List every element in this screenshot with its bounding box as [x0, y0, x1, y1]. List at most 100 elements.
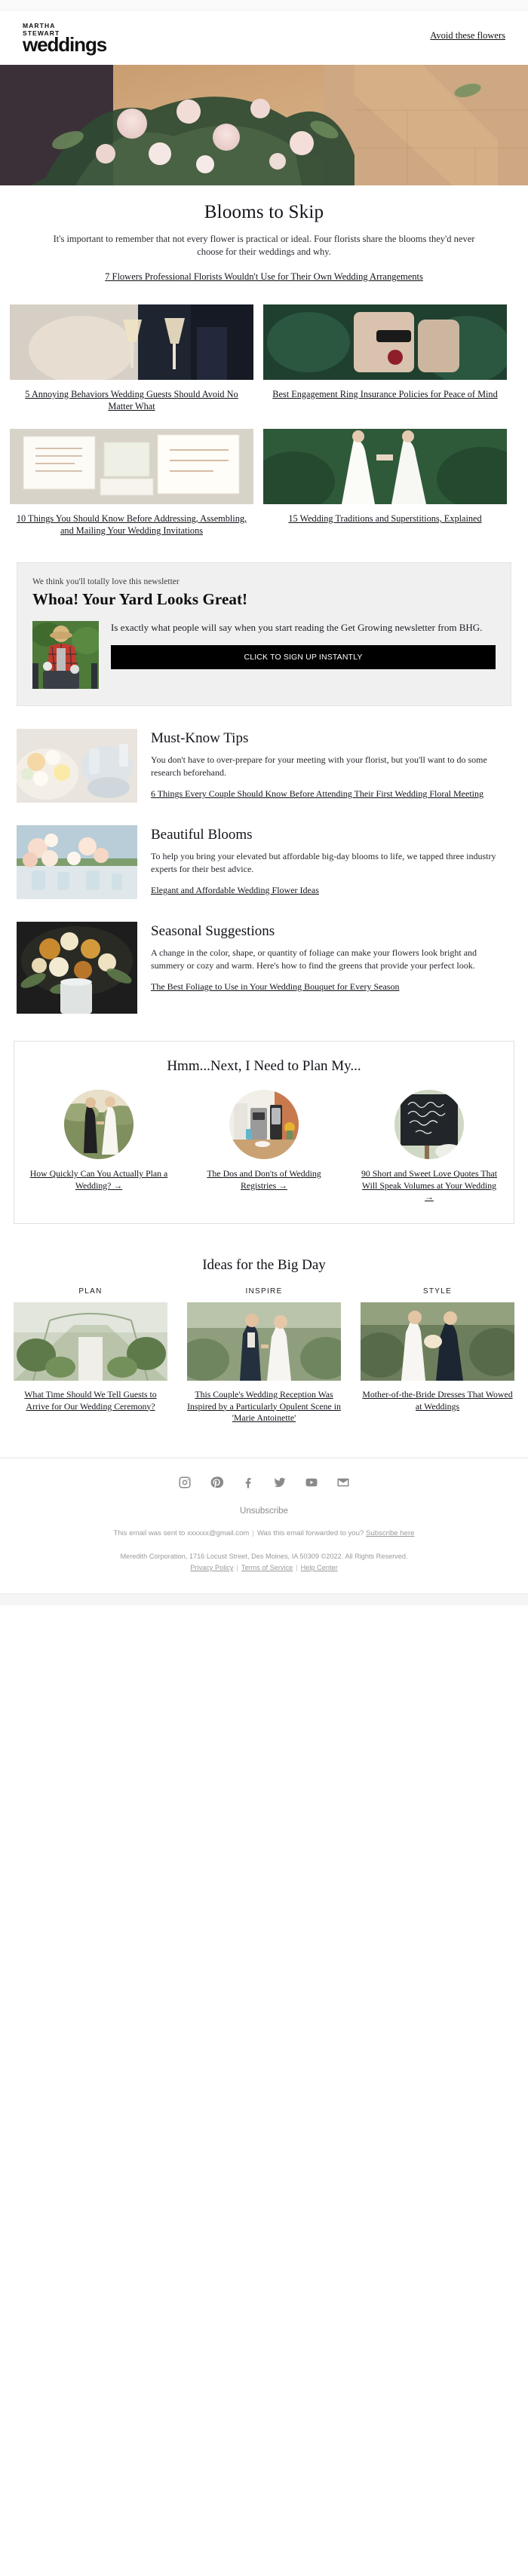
article-grid-row-2: 10 Things You Should Know Before Address…	[0, 412, 528, 537]
lede-section: Blooms to Skip It's important to remembe…	[0, 185, 528, 288]
help-center-link[interactable]: Help Center	[301, 1564, 338, 1571]
article-card-title[interactable]: 5 Annoying Behaviors Wedding Guests Shou…	[10, 388, 253, 412]
forwarded-text: Was this email forwarded to you?	[256, 1529, 364, 1537]
article-card-title[interactable]: Best Engagement Ring Insurance Policies …	[263, 388, 507, 400]
email-header: MARTHA STEWART weddings Avoid these flow…	[0, 11, 528, 65]
plan-box-cards: How Quickly Can You Actually Plan a Wedd…	[26, 1090, 502, 1204]
divider-pipe: |	[252, 1529, 254, 1537]
feature-body: A change in the color, shape, or quantit…	[151, 947, 477, 971]
feature-title: Seasonal Suggestions	[151, 923, 275, 939]
engagement-ring-hands-image	[263, 304, 507, 380]
page-title: Blooms to Skip	[204, 202, 324, 222]
feature-text-column: Beautiful Blooms To help you bring your …	[151, 825, 511, 897]
big-day-cards: PLAN What Time Should We Tell Guests to …	[14, 1287, 514, 1424]
article-grid-row-1: 5 Annoying Behaviors Wedding Guests Shou…	[0, 288, 528, 412]
plan-card-link[interactable]: The Dos and Don'ts of Wedding Registries…	[192, 1168, 336, 1192]
divider-pipe: |	[236, 1564, 238, 1571]
feature-title: Must-Know Tips	[151, 730, 249, 746]
big-day-card-title[interactable]: This Couple's Wedding Reception Was Insp…	[187, 1389, 341, 1424]
sent-to-line: This email was sent to xxxxxx@gmail.com |…	[15, 1528, 513, 1539]
big-day-card-title[interactable]: What Time Should We Tell Guests to Arriv…	[14, 1389, 167, 1412]
email-footer: Unsubscribe This email was sent to xxxxx…	[0, 1458, 528, 1593]
brand-logo[interactable]: MARTHA STEWART weddings	[23, 22, 107, 54]
youtube-icon	[305, 1478, 318, 1487]
feature-link[interactable]: 6 Things Every Couple Should Know Before…	[151, 788, 483, 799]
twitter-link[interactable]	[272, 1475, 287, 1490]
toast-glasses-image	[10, 304, 253, 380]
pinterest-icon	[210, 1476, 223, 1488]
garden-aisle-image	[14, 1302, 167, 1381]
kitchen-appliances-circle-image	[229, 1090, 299, 1159]
promo-headline: Whoa! Your Yard Looks Great!	[32, 590, 248, 608]
hero-floral-arrangement-image	[0, 65, 528, 185]
couple-portrait-image	[187, 1302, 341, 1381]
facebook-link[interactable]	[241, 1475, 256, 1490]
article-card[interactable]: 10 Things You Should Know Before Address…	[10, 429, 253, 537]
love-quote-chalkboard-circle-image	[394, 1090, 464, 1159]
plan-card[interactable]: 90 Short and Sweet Love Quotes That Will…	[357, 1090, 502, 1204]
couple-walking-image	[64, 1090, 134, 1159]
arrow-right-icon: →	[111, 1179, 123, 1191]
plan-box-wrapper: Hmm...Next, I Need to Plan My... How Qui…	[0, 1014, 528, 1224]
social-links	[15, 1475, 513, 1490]
instagram-icon	[179, 1476, 191, 1488]
plan-card-link[interactable]: How Quickly Can You Actually Plan a Wedd…	[26, 1168, 171, 1192]
top-spacer-bar	[0, 0, 528, 11]
promo-right-column: Is exactly what people will say when you…	[111, 621, 496, 669]
privacy-policy-link[interactable]: Privacy Policy	[190, 1564, 233, 1571]
pinterest-link[interactable]	[209, 1475, 224, 1490]
plan-card[interactable]: How Quickly Can You Actually Plan a Wedd…	[26, 1090, 171, 1204]
bottom-spacer-bar	[0, 1593, 528, 1605]
plan-box-title: Hmm...Next, I Need to Plan My...	[167, 1058, 361, 1074]
feature-link[interactable]: Elegant and Affordable Wedding Flower Id…	[151, 885, 319, 895]
article-card[interactable]: Best Engagement Ring Insurance Policies …	[263, 304, 507, 412]
promo-body-row: Is exactly what people will say when you…	[32, 621, 496, 689]
lede-body: It's important to remember that not ever…	[53, 234, 475, 257]
newsletter-promo: We think you'll totally love this newsle…	[17, 562, 511, 706]
mother-of-bride-image	[361, 1302, 514, 1381]
big-day-card[interactable]: PLAN What Time Should We Tell Guests to …	[14, 1287, 167, 1424]
big-day-card-title[interactable]: Mother-of-the-Bride Dresses That Wowed a…	[361, 1389, 514, 1412]
big-day-card[interactable]: INSPIRE This Couple's Wedding Reception …	[187, 1287, 341, 1424]
email-link[interactable]	[336, 1475, 351, 1490]
twitter-icon	[274, 1477, 286, 1488]
recipient-email: xxxxxx@gmail.com	[187, 1529, 250, 1537]
terms-of-service-link[interactable]: Terms of Service	[241, 1564, 293, 1571]
big-day-title: Ideas for the Big Day	[202, 1257, 326, 1273]
promo-body-text: Is exactly what people will say when you…	[111, 622, 483, 633]
youtube-link[interactable]	[304, 1475, 319, 1490]
plan-card-label: How Quickly Can You Actually Plan a Wedd…	[29, 1168, 168, 1191]
plan-card[interactable]: The Dos and Don'ts of Wedding Registries…	[192, 1090, 336, 1204]
facebook-icon	[245, 1478, 251, 1488]
bud-vases-blooms-image	[17, 825, 137, 899]
registry-appliances-image	[229, 1090, 299, 1159]
unsubscribe-link[interactable]: Unsubscribe	[15, 1507, 513, 1516]
article-card[interactable]: 5 Annoying Behaviors Wedding Guests Shou…	[10, 304, 253, 412]
chalkboard-sign-image	[394, 1090, 464, 1159]
big-day-card[interactable]: STYLE Mother-of-the-Bride Dresses That W…	[361, 1287, 514, 1424]
plan-card-label: The Dos and Don'ts of Wedding Registries	[207, 1168, 321, 1191]
sent-to-prefix: This email was sent to	[113, 1529, 188, 1537]
big-day-card-kicker: PLAN	[78, 1287, 103, 1296]
autumn-bouquet-image	[17, 922, 137, 1014]
lede-article-link[interactable]: 7 Flowers Professional Florists Wouldn't…	[105, 271, 423, 283]
feature-row-beautiful-blooms: Beautiful Blooms To help you bring your …	[0, 803, 528, 899]
hero-image-block[interactable]	[0, 65, 528, 185]
promo-eyebrow: We think you'll totally love this newsle…	[32, 577, 180, 586]
feature-body: You don't have to over-prepare for your …	[151, 754, 487, 778]
article-card-title[interactable]: 15 Wedding Traditions and Superstitions,…	[263, 512, 507, 525]
email-icon	[337, 1478, 349, 1487]
signup-button[interactable]: CLICK TO SIGN UP INSTANTLY	[111, 645, 496, 669]
header-nav-link[interactable]: Avoid these flowers	[430, 30, 505, 41]
plan-card-label: 90 Short and Sweet Love Quotes That Will…	[361, 1168, 497, 1191]
subscribe-here-link[interactable]: Subscribe here	[366, 1529, 415, 1537]
feature-text-column: Must-Know Tips You don't have to over-pr…	[151, 729, 511, 800]
feature-link[interactable]: The Best Foliage to Use in Your Wedding …	[151, 981, 399, 992]
instagram-link[interactable]	[177, 1475, 192, 1490]
gardening-woman-image	[32, 621, 99, 689]
article-card-title[interactable]: 10 Things You Should Know Before Address…	[10, 512, 253, 537]
article-card[interactable]: 15 Wedding Traditions and Superstitions,…	[263, 429, 507, 537]
feature-text-column: Seasonal Suggestions A change in the col…	[151, 922, 511, 993]
plan-card-link[interactable]: 90 Short and Sweet Love Quotes That Will…	[357, 1168, 502, 1204]
email-page: MARTHA STEWART weddings Avoid these flow…	[0, 0, 528, 1605]
